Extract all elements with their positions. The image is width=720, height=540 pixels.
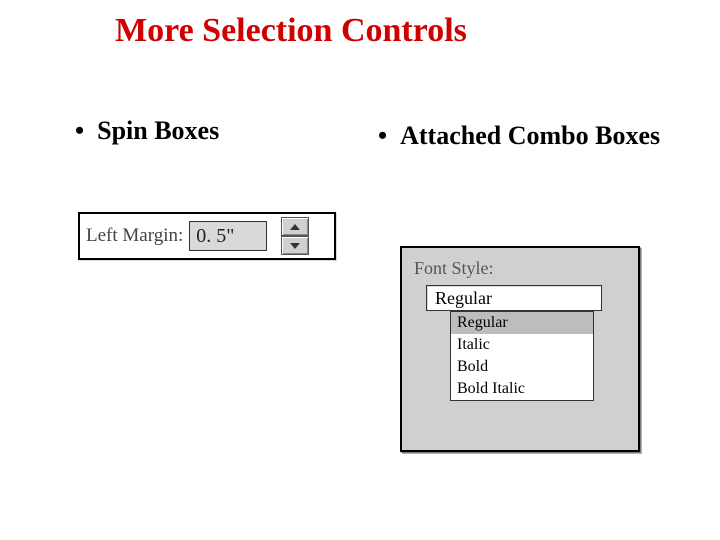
bullet-right-label: Attached Combo Boxes (400, 121, 660, 150)
spinbox-buttons (281, 217, 309, 255)
combo-label: Font Style: (414, 258, 626, 279)
bullet-attached-combo: • Attached Combo Boxes (378, 120, 678, 151)
combo-option-bold[interactable]: Bold (451, 356, 593, 378)
combo-option-bold-italic[interactable]: Bold Italic (451, 378, 593, 400)
combo-option-italic[interactable]: Italic (451, 334, 593, 356)
spin-down-button[interactable] (281, 236, 309, 255)
combo-selected-input[interactable]: Regular (426, 285, 602, 311)
combo-option-regular[interactable]: Regular (451, 312, 593, 334)
bullet-left-label: Spin Boxes (97, 116, 219, 145)
spinbox-label: Left Margin: (86, 225, 183, 247)
bullet-spin-boxes: • Spin Boxes (75, 116, 219, 146)
arrow-up-icon (289, 223, 301, 231)
combo-list[interactable]: Regular Italic Bold Bold Italic (450, 311, 594, 401)
spinbox-input[interactable]: 0. 5" (189, 221, 267, 251)
page-title: More Selection Controls (115, 12, 467, 50)
spinbox-frame: Left Margin: 0. 5" (78, 212, 336, 260)
bullet-dot-icon: • (378, 120, 387, 151)
combo-frame: Font Style: Regular Regular Italic Bold … (400, 246, 640, 452)
spin-up-button[interactable] (281, 217, 309, 236)
bullet-dot-icon: • (75, 116, 84, 146)
arrow-down-icon (289, 242, 301, 250)
